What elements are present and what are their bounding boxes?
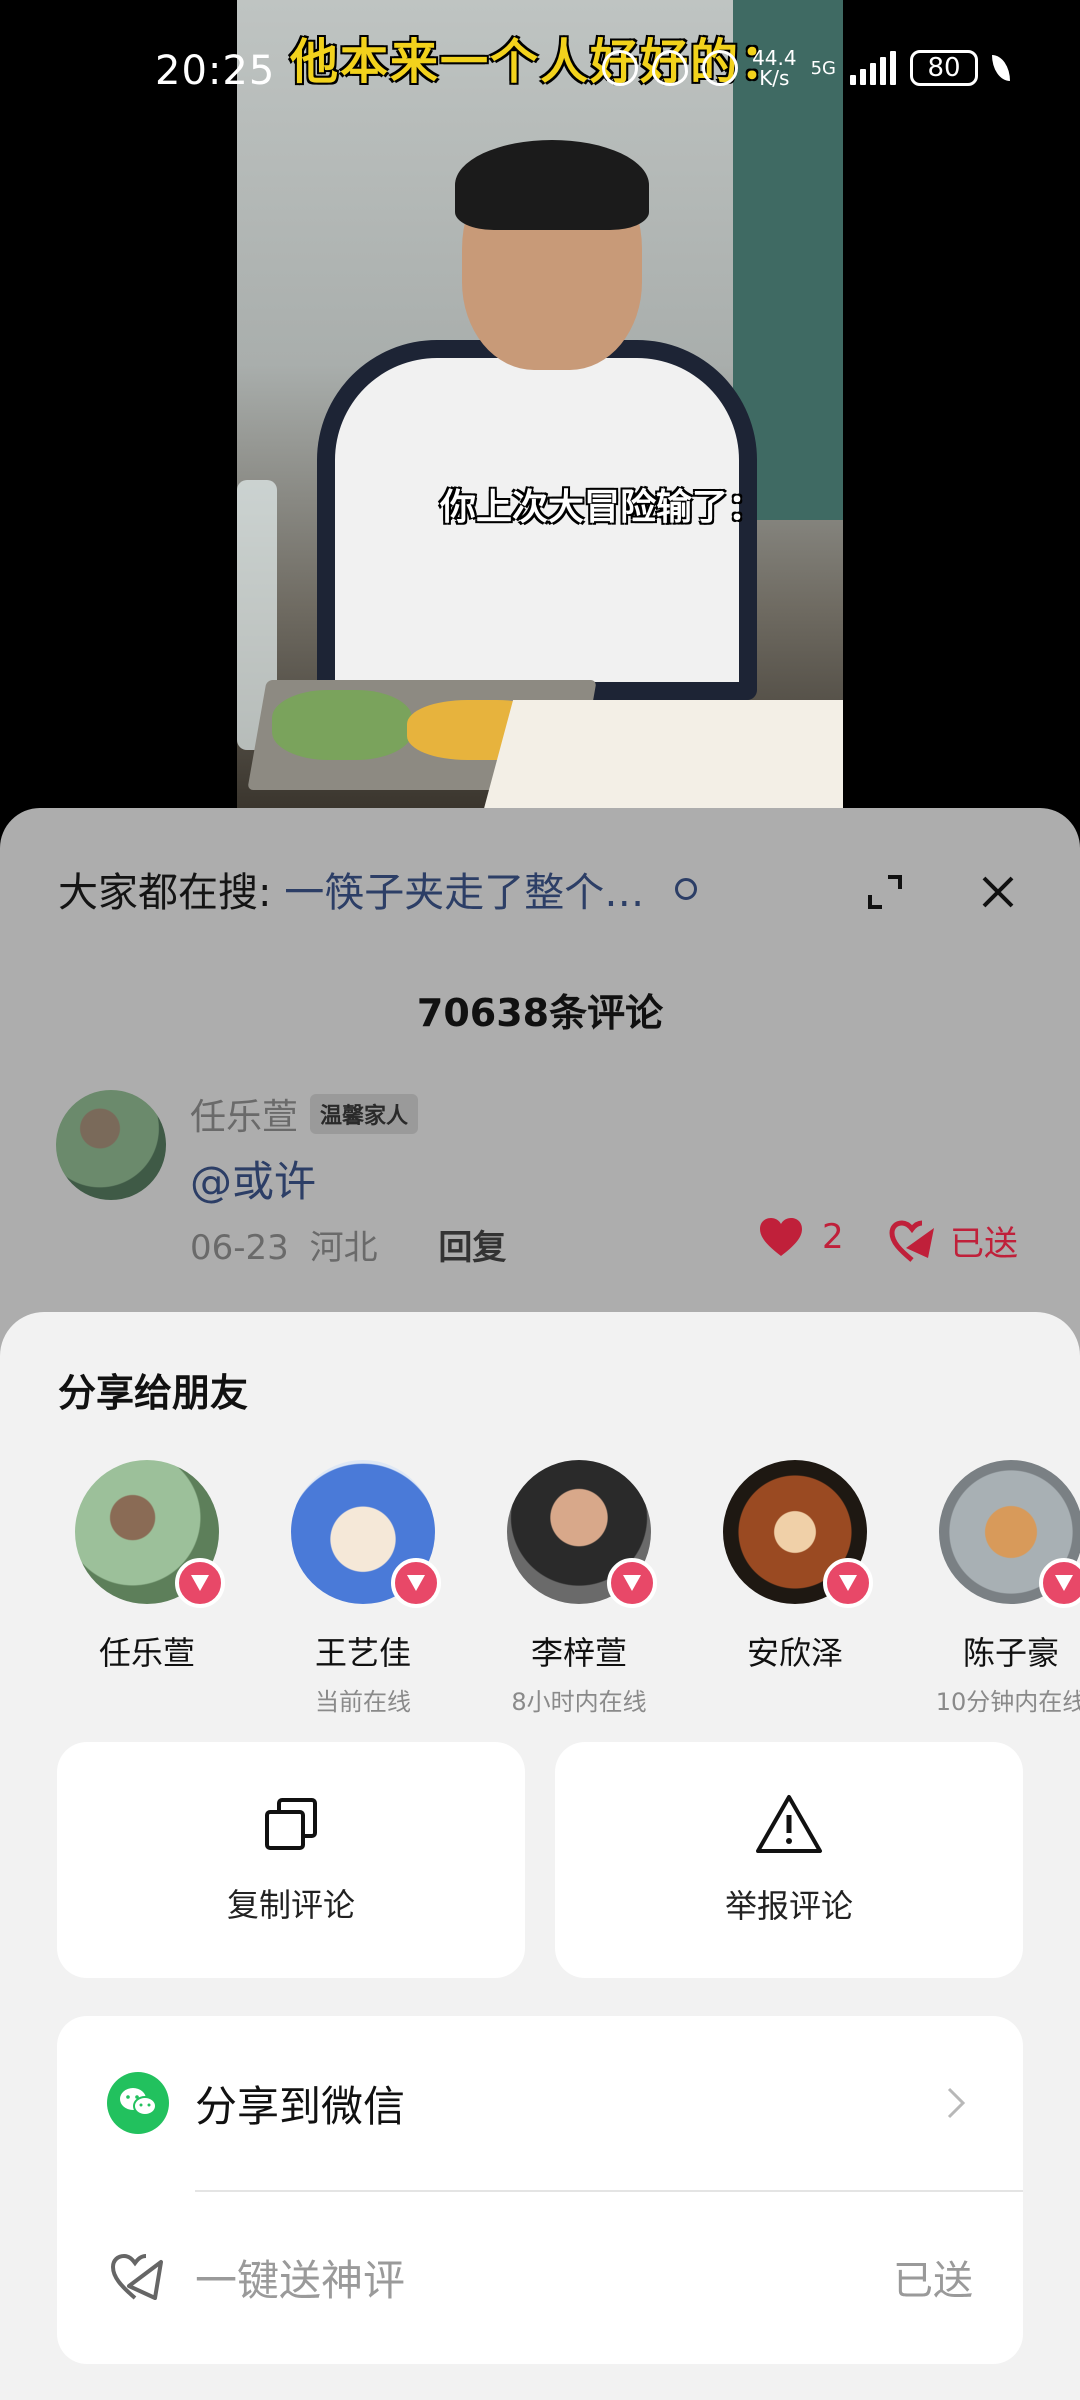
- video-person-hair: [455, 140, 649, 230]
- signal-icon: [850, 51, 896, 85]
- net-speed-value: 44.4: [752, 46, 797, 70]
- send-icon[interactable]: [391, 1558, 441, 1608]
- share-wechat-row[interactable]: 分享到微信: [57, 2016, 1023, 2190]
- friend-name: 王艺佳: [314, 1634, 411, 1672]
- like-count: 2: [822, 1217, 844, 1257]
- gift-status: 已送: [950, 1224, 1018, 1264]
- status-time: 20:25: [155, 48, 276, 94]
- reply-button[interactable]: 回复: [438, 1228, 506, 1268]
- send-icon[interactable]: [823, 1558, 873, 1608]
- comment-username[interactable]: 任乐萱: [190, 1088, 298, 1140]
- friend-item[interactable]: 王艺佳 当前在线: [263, 1460, 463, 1717]
- friend-name: 陈子豪: [962, 1634, 1059, 1672]
- comment-text[interactable]: @或许: [190, 1148, 316, 1209]
- comment-meta: 06-23 河北 回复: [190, 1220, 506, 1269]
- comment-count: 70638条评论: [416, 991, 664, 1035]
- friend-list[interactable]: 任乐萱 王艺佳 当前在线 李梓萱 8小时内在线 安欣泽 陈子豪 10分钟内在线: [0, 1460, 1080, 1720]
- god-comment-label: 一键送神评: [195, 2255, 406, 2305]
- wechat-icon: [107, 2072, 169, 2134]
- god-comment-row[interactable]: 一键送神评 已送: [57, 2190, 1023, 2364]
- copy-comment-label: 复制评论: [226, 1886, 355, 1924]
- video-book: [480, 700, 843, 810]
- comment-author[interactable]: 任乐萱 温馨家人: [190, 1088, 419, 1140]
- fan-badge: 温馨家人: [310, 1094, 419, 1134]
- eye-comfort-icon: [652, 50, 689, 86]
- net-speed: 44.4 K/s: [752, 48, 797, 88]
- video-caption-mid: 你上次大冒险输了：: [440, 487, 765, 528]
- close-icon[interactable]: [978, 872, 1018, 912]
- friend-name: 李梓萱: [530, 1634, 627, 1672]
- send-icon[interactable]: [175, 1558, 225, 1608]
- report-comment-button[interactable]: 举报评论: [555, 1742, 1023, 1978]
- trending-search-label: 大家都在搜:: [58, 870, 272, 916]
- expand-icon[interactable]: [868, 875, 902, 909]
- friend-status: 10分钟内在线: [935, 1688, 1080, 1716]
- avatar[interactable]: [56, 1090, 166, 1200]
- gift-heart-icon: [110, 2253, 163, 2300]
- comment-date: 06-23: [190, 1228, 289, 1268]
- network-type: 5G: [810, 57, 836, 79]
- friend-item[interactable]: 李梓萱 8小时内在线: [479, 1460, 679, 1717]
- friend-item[interactable]: 任乐萱: [47, 1460, 247, 1682]
- net-speed-unit: K/s: [759, 66, 790, 90]
- trending-search[interactable]: 大家都在搜: 一筷子夹走了整个…: [58, 860, 697, 918]
- friend-item[interactable]: 陈子豪 10分钟内在线: [911, 1460, 1080, 1717]
- share-options-list: 分享到微信 一键送神评 已送: [57, 2016, 1023, 2364]
- copy-comment-button[interactable]: 复制评论: [57, 1742, 525, 1978]
- comment-location: 河北: [309, 1228, 378, 1268]
- share-title: 分享给朋友: [58, 1371, 249, 1415]
- status-icons: 44.4 K/s 5G 80: [602, 48, 1010, 88]
- trending-search-query[interactable]: 一筷子夹走了整个…: [284, 870, 644, 916]
- video-food-cucumber: [272, 690, 412, 760]
- gift-button[interactable]: 已送: [888, 1216, 1018, 1265]
- status-bar: 20:25 44.4 K/s 5G 80: [0, 0, 1080, 140]
- power-saving-icon: [992, 55, 1010, 81]
- copy-icon: [265, 1798, 317, 1850]
- send-icon[interactable]: [607, 1558, 657, 1608]
- battery-icon: 80: [910, 50, 978, 86]
- friend-name: 任乐萱: [98, 1634, 195, 1672]
- nfc-icon: [602, 50, 639, 86]
- friend-status: 当前在线: [315, 1688, 411, 1716]
- share-wechat-label: 分享到微信: [195, 2081, 406, 2131]
- battery-level: 80: [927, 53, 961, 83]
- god-comment-status: 已送: [893, 2258, 973, 2304]
- gift-heart-icon: [889, 1219, 934, 1262]
- heart-icon: [760, 1218, 802, 1256]
- like-button[interactable]: 2: [758, 1216, 844, 1258]
- chevron-right-icon: [947, 2087, 966, 2119]
- warning-icon: [756, 1795, 822, 1853]
- report-comment-label: 举报评论: [724, 1887, 853, 1925]
- friend-name: 安欣泽: [746, 1634, 843, 1672]
- send-icon[interactable]: [1039, 1558, 1080, 1608]
- search-icon[interactable]: [674, 878, 697, 900]
- alarm-icon: [702, 50, 739, 86]
- friend-status: 8小时内在线: [511, 1688, 647, 1716]
- friend-item[interactable]: 安欣泽: [695, 1460, 895, 1682]
